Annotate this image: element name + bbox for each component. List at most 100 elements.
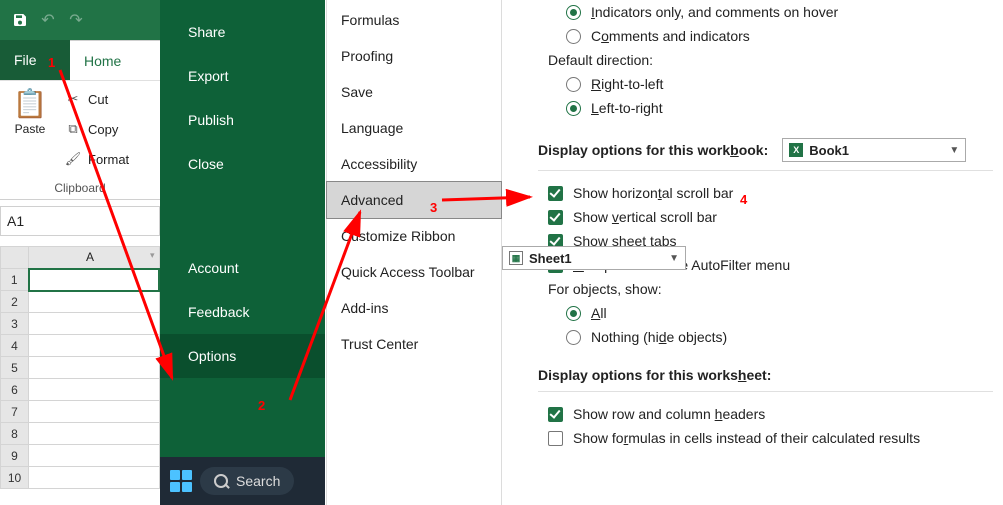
backstage-feedback[interactable]: Feedback <box>160 290 325 334</box>
checkbox-horizontal-scroll[interactable] <box>548 186 563 201</box>
cell[interactable] <box>29 291 160 313</box>
section-display-worksheet: Display options for this worksheet: ▦ Sh… <box>538 367 993 392</box>
workbook-name: Book1 <box>809 143 849 158</box>
tab-home[interactable]: Home <box>70 40 160 80</box>
backstage-share[interactable]: Share <box>160 10 325 54</box>
label-objects-nothing: Nothing (hide objects) <box>591 329 727 345</box>
paintbrush-icon: 🖌 <box>64 151 82 167</box>
row-header[interactable]: 3 <box>1 313 29 335</box>
radio-rtl[interactable] <box>566 77 581 92</box>
redo-icon[interactable]: ↷ <box>64 8 88 32</box>
row-header[interactable]: 10 <box>1 467 29 489</box>
excel-file-icon: X <box>789 143 803 157</box>
start-button[interactable] <box>170 470 192 492</box>
category-formulas[interactable]: Formulas <box>327 2 501 38</box>
label-vertical-scroll: Show vertical scroll bar <box>573 209 717 225</box>
tab-home-label: Home <box>84 53 121 69</box>
chevron-down-icon: ▼ <box>669 253 679 264</box>
cell-a1[interactable] <box>29 269 160 291</box>
cell[interactable] <box>29 335 160 357</box>
backstage-options[interactable]: Options <box>160 334 325 378</box>
copy-button[interactable]: ⧉Copy <box>58 117 124 141</box>
worksheet-selector[interactable]: ▦ Sheet1 ▼ <box>502 246 686 270</box>
cell[interactable] <box>29 401 160 423</box>
category-addins[interactable]: Add-ins <box>327 290 501 326</box>
row-header[interactable]: 8 <box>1 423 29 445</box>
category-accessibility[interactable]: Accessibility <box>327 146 501 182</box>
workbook-selector[interactable]: X Book1 ▼ <box>782 138 966 162</box>
taskbar-search-label: Search <box>236 473 280 489</box>
category-save[interactable]: Save <box>327 74 501 110</box>
chevron-down-icon: ▼ <box>949 145 959 156</box>
search-icon <box>214 474 228 488</box>
row-header[interactable]: 1 <box>1 269 29 291</box>
cut-button[interactable]: ✂Cut <box>58 87 114 111</box>
label-rtl: Right-to-left <box>591 76 663 92</box>
cell[interactable] <box>29 445 160 467</box>
column-header-a[interactable]: A▾ <box>29 247 160 269</box>
options-advanced-panel: Indicators only, and comments on hover C… <box>502 0 1003 505</box>
windows-taskbar: Search <box>160 457 325 505</box>
cell[interactable] <box>29 423 160 445</box>
sheet-icon: ▦ <box>509 251 523 265</box>
category-quick-access-toolbar[interactable]: Quick Access Toolbar <box>327 254 501 290</box>
tab-file-label: File <box>14 52 37 68</box>
ribbon-clipboard-group: 📋 Paste ✂Cut ⧉Copy 🖌Format Clipboard <box>0 80 160 200</box>
row-header[interactable]: 4 <box>1 335 29 357</box>
row-header[interactable]: 6 <box>1 379 29 401</box>
radio-objects-all[interactable] <box>566 306 581 321</box>
row-header[interactable]: 9 <box>1 445 29 467</box>
category-trust-center[interactable]: Trust Center <box>327 326 501 362</box>
copy-icon: ⧉ <box>64 121 82 137</box>
label-default-direction: Default direction: <box>538 48 993 72</box>
backstage-close[interactable]: Close <box>160 142 325 186</box>
options-category-list: Formulas Proofing Save Language Accessib… <box>326 0 502 505</box>
select-all-corner[interactable] <box>1 247 29 269</box>
undo-icon[interactable]: ↶ <box>36 8 60 32</box>
label-horizontal-scroll: Show horizontal scroll bar <box>573 185 733 201</box>
backstage-export[interactable]: Export <box>160 54 325 98</box>
cell[interactable] <box>29 467 160 489</box>
row-header[interactable]: 2 <box>1 291 29 313</box>
label-indicators-only: Indicators only, and comments on hover <box>591 4 838 20</box>
backstage-account[interactable]: Account <box>160 246 325 290</box>
paste-button[interactable]: 📋 Paste <box>6 87 54 136</box>
category-customize-ribbon[interactable]: Customize Ribbon <box>327 218 501 254</box>
file-backstage-menu: Share Export Publish Close Account Feedb… <box>160 0 325 505</box>
clipboard-icon: 📋 <box>6 87 54 120</box>
label-show-formulas: Show formulas in cells instead of their … <box>573 430 920 446</box>
save-icon[interactable] <box>8 8 32 32</box>
section-display-workbook: Display options for this workbook: X Boo… <box>538 138 993 171</box>
backstage-publish[interactable]: Publish <box>160 98 325 142</box>
row-header[interactable]: 5 <box>1 357 29 379</box>
radio-ltr[interactable] <box>566 101 581 116</box>
ribbon-group-label: Clipboard <box>0 181 160 195</box>
cell[interactable] <box>29 379 160 401</box>
cell[interactable] <box>29 357 160 379</box>
checkbox-row-col-headers[interactable] <box>548 407 563 422</box>
tab-file[interactable]: File <box>0 40 70 80</box>
worksheet-name: Sheet1 <box>529 251 572 266</box>
label-ltr: Left-to-right <box>591 100 663 116</box>
taskbar-search[interactable]: Search <box>200 467 294 495</box>
cell[interactable] <box>29 313 160 335</box>
row-header[interactable]: 7 <box>1 401 29 423</box>
paste-label: Paste <box>6 122 54 136</box>
radio-indicators-only[interactable] <box>566 5 581 20</box>
ribbon-tabs: File Home <box>0 40 160 80</box>
radio-comments-and-indicators[interactable] <box>566 29 581 44</box>
name-box[interactable]: A1 <box>0 206 160 236</box>
category-language[interactable]: Language <box>327 110 501 146</box>
scissors-icon: ✂ <box>64 91 82 107</box>
format-painter-button[interactable]: 🖌Format <box>58 147 135 171</box>
category-proofing[interactable]: Proofing <box>327 38 501 74</box>
radio-objects-nothing[interactable] <box>566 330 581 345</box>
label-comments-and-indicators: Comments and indicators <box>591 28 750 44</box>
checkbox-show-formulas[interactable] <box>548 431 563 446</box>
label-objects-all: All <box>591 305 607 321</box>
label-for-objects: For objects, show: <box>538 277 993 301</box>
label-row-col-headers: Show row and column headers <box>573 406 765 422</box>
category-advanced[interactable]: Advanced <box>326 181 502 219</box>
worksheet-grid[interactable]: A▾ 1 2 3 4 5 6 7 8 9 10 <box>0 246 160 489</box>
checkbox-vertical-scroll[interactable] <box>548 210 563 225</box>
